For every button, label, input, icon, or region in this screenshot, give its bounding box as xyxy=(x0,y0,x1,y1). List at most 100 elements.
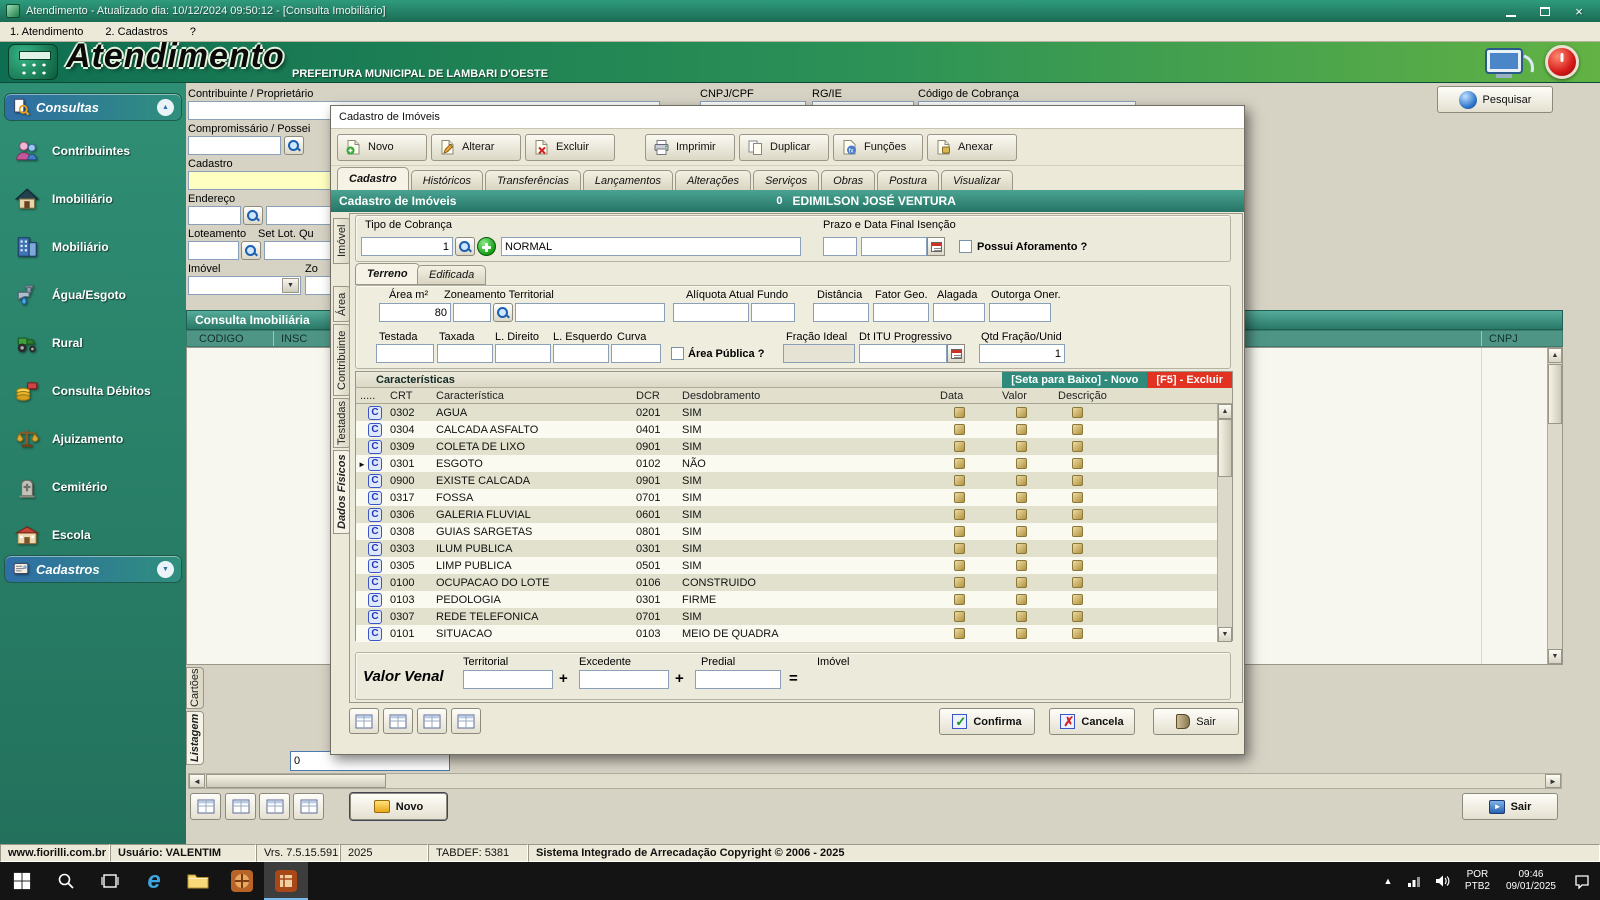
volume-tray-icon[interactable] xyxy=(1429,862,1457,900)
minimize-button[interactable] xyxy=(1496,2,1526,20)
aforamento-checkbox[interactable] xyxy=(959,240,972,253)
nav-prev-button[interactable] xyxy=(225,793,256,820)
fundo-input[interactable] xyxy=(751,303,795,322)
tab-obras[interactable]: Obras xyxy=(821,170,875,190)
data-stamp-icon[interactable] xyxy=(954,560,965,571)
scroll-up-icon[interactable]: ▲ xyxy=(1218,404,1232,419)
sidebar-item-escola[interactable]: Escola xyxy=(12,515,182,555)
descricao-stamp-icon[interactable] xyxy=(1072,407,1083,418)
area-m2-input[interactable] xyxy=(379,303,451,322)
data-stamp-icon[interactable] xyxy=(954,407,965,418)
dialog-sair-button[interactable]: Sair xyxy=(1153,708,1239,735)
descricao-stamp-icon[interactable] xyxy=(1072,611,1083,622)
scroll-down-icon[interactable]: ▼ xyxy=(1548,649,1562,664)
predial-input[interactable] xyxy=(695,670,781,689)
caracteristica-row[interactable]: C 0302 AGUA 0201 SIM xyxy=(356,404,1232,421)
tab-visualizar[interactable]: Visualizar xyxy=(941,170,1013,190)
descricao-stamp-icon[interactable] xyxy=(1072,441,1083,452)
tab-alteracoes[interactable]: Alterações xyxy=(675,170,751,190)
dt-itu-input[interactable] xyxy=(859,344,947,363)
fracao-ideal-input[interactable] xyxy=(783,344,855,363)
zoneamento-search-button[interactable] xyxy=(493,303,513,322)
dialog-titlebar[interactable]: Cadastro de Imóveis xyxy=(331,106,1244,129)
data-stamp-icon[interactable] xyxy=(954,458,965,469)
compromissario-search-button[interactable] xyxy=(284,136,304,155)
data-stamp-icon[interactable] xyxy=(954,628,965,639)
edge-browser-button[interactable]: e xyxy=(132,862,176,900)
data-final-isencao-input[interactable] xyxy=(861,237,927,256)
zoneamento-codigo-input[interactable] xyxy=(453,303,491,322)
descricao-stamp-icon[interactable] xyxy=(1072,594,1083,605)
cancela-button[interactable]: Cancela xyxy=(1049,708,1135,735)
tipo-cobranca-search-button[interactable] xyxy=(455,237,475,256)
valor-stamp-icon[interactable] xyxy=(1016,492,1027,503)
valor-stamp-icon[interactable] xyxy=(1016,628,1027,639)
grid-tool-2-button[interactable] xyxy=(383,708,413,734)
tray-expand-button[interactable]: ▲ xyxy=(1375,862,1401,900)
start-button[interactable] xyxy=(0,862,44,900)
descricao-stamp-icon[interactable] xyxy=(1072,458,1083,469)
compromissario-input[interactable] xyxy=(188,136,281,155)
caracteristica-row[interactable]: C 0303 ILUM PUBLICA 0301 SIM xyxy=(356,540,1232,557)
close-button[interactable]: × xyxy=(1564,2,1594,20)
tab-servicos[interactable]: Serviços xyxy=(753,170,819,190)
confirma-button[interactable]: Confirma xyxy=(939,708,1035,735)
tab-cartoes[interactable]: Cartões xyxy=(186,667,204,709)
tab-postura[interactable]: Postura xyxy=(877,170,939,190)
data-stamp-icon[interactable] xyxy=(954,441,965,452)
collapse-icon[interactable]: ▲ xyxy=(157,99,174,116)
excedente-input[interactable] xyxy=(579,670,669,689)
descricao-stamp-icon[interactable] xyxy=(1072,424,1083,435)
caracteristica-row[interactable]: C 0308 GUIAS SARGETAS 0801 SIM xyxy=(356,523,1232,540)
menu-atendimento[interactable]: 1. Atendimento xyxy=(10,26,83,38)
valor-stamp-icon[interactable] xyxy=(1016,594,1027,605)
maximize-button[interactable] xyxy=(1530,2,1560,20)
endereco-search-button[interactable] xyxy=(243,206,263,225)
curva-input[interactable] xyxy=(611,344,661,363)
grid-tool-4-button[interactable] xyxy=(451,708,481,734)
data-stamp-icon[interactable] xyxy=(954,526,965,537)
area-publica-checkbox[interactable] xyxy=(671,347,684,360)
loteamento-input[interactable] xyxy=(188,241,239,260)
task-view-button[interactable] xyxy=(88,862,132,900)
nav-first-button[interactable] xyxy=(190,793,221,820)
outorga-input[interactable] xyxy=(989,303,1051,322)
sidebar-item-consulta-debitos[interactable]: Consulta Débitos xyxy=(12,371,182,411)
data-stamp-icon[interactable] xyxy=(954,424,965,435)
sidebar-item-agua-esgoto[interactable]: Água/Esgoto xyxy=(12,275,182,315)
data-stamp-icon[interactable] xyxy=(954,543,965,554)
alterar-button[interactable]: Alterar xyxy=(431,134,521,161)
tipo-cobranca-nome-input[interactable] xyxy=(501,237,801,256)
sidebar-section-consultas[interactable]: Consultas ▲ xyxy=(4,93,182,121)
tab-cadastro[interactable]: Cadastro xyxy=(337,167,409,190)
caracteristica-row[interactable]: C 0101 SITUACAO 0103 MEIO DE QUADRA xyxy=(356,625,1232,642)
data-stamp-icon[interactable] xyxy=(954,492,965,503)
tipo-cobranca-add-button[interactable] xyxy=(477,237,496,256)
novo-button[interactable]: Novo xyxy=(337,134,427,161)
valor-stamp-icon[interactable] xyxy=(1016,611,1027,622)
app-window-2-button[interactable] xyxy=(264,862,308,900)
sidebar-item-mobiliario[interactable]: Mobiliário xyxy=(12,227,182,267)
l-direito-input[interactable] xyxy=(495,344,551,363)
sidebar-section-cadastros[interactable]: Cadastros ▼ xyxy=(4,555,182,583)
caracteristica-row[interactable]: C 0305 LIMP PUBLICA 0501 SIM xyxy=(356,557,1232,574)
valor-stamp-icon[interactable] xyxy=(1016,424,1027,435)
scroll-thumb[interactable] xyxy=(1548,364,1562,424)
caracteristicas-scrollbar[interactable]: ▲ ▼ xyxy=(1217,404,1232,642)
descricao-stamp-icon[interactable] xyxy=(1072,560,1083,571)
alagada-input[interactable] xyxy=(933,303,985,322)
descricao-stamp-icon[interactable] xyxy=(1072,628,1083,639)
testada-input[interactable] xyxy=(376,344,434,363)
app-window-1-button[interactable] xyxy=(220,862,264,900)
imovel-select[interactable] xyxy=(188,276,301,295)
valor-stamp-icon[interactable] xyxy=(1016,509,1027,520)
caracteristica-row[interactable]: C 0900 EXISTE CALCADA 0901 SIM xyxy=(356,472,1232,489)
language-indicator[interactable]: POR PTB2 xyxy=(1457,869,1498,894)
caracteristica-row[interactable]: C 0304 CALCADA ASFALTO 0401 SIM xyxy=(356,421,1232,438)
caracteristica-row[interactable]: C 0306 GALERIA FLUVIAL 0601 SIM xyxy=(356,506,1232,523)
funcoes-button[interactable]: fx Funções xyxy=(833,134,923,161)
valor-stamp-icon[interactable] xyxy=(1016,407,1027,418)
expand-icon[interactable]: ▼ xyxy=(157,561,174,578)
caracteristica-row[interactable]: C 0309 COLETA DE LIXO 0901 SIM xyxy=(356,438,1232,455)
subtab-edificada[interactable]: Edificada xyxy=(417,265,486,285)
